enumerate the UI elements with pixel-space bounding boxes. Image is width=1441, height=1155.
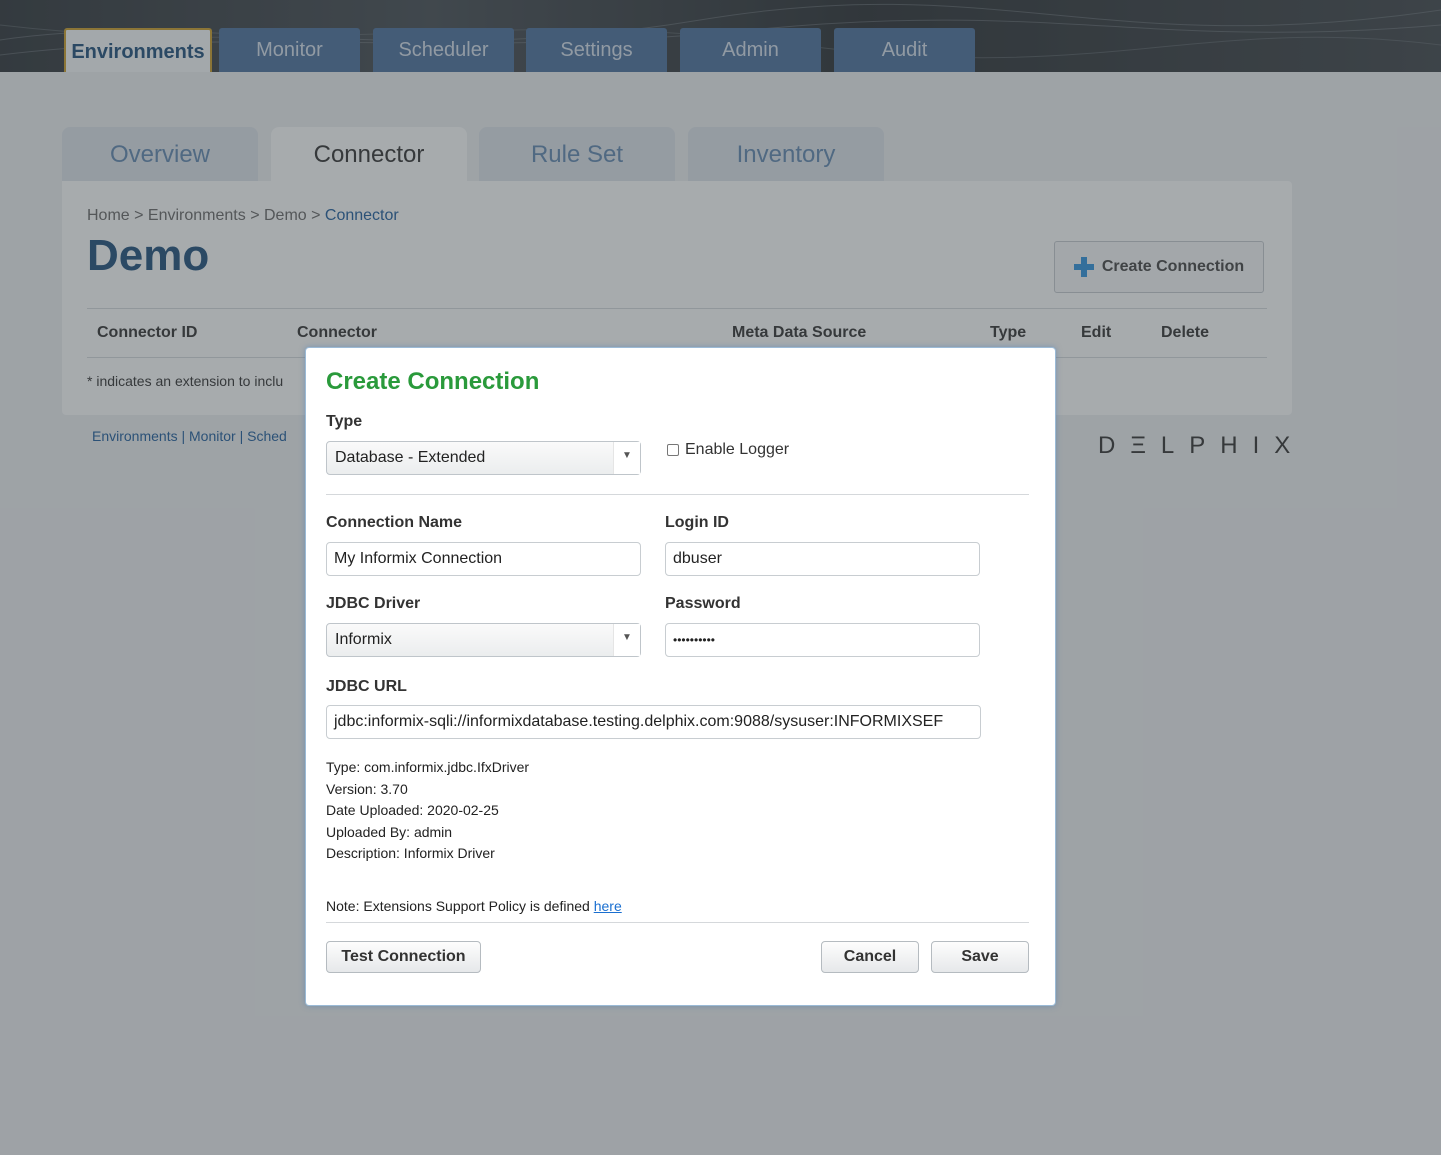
- enable-logger-checkbox[interactable]: [667, 444, 679, 456]
- jdbc-driver-select[interactable]: Informix ▼: [326, 623, 641, 657]
- dialog-footer-divider: [326, 922, 1029, 923]
- driver-version: Version: 3.70: [326, 780, 408, 797]
- driver-uploaded-by: Uploaded By: admin: [326, 823, 453, 840]
- chevron-down-icon: ▼: [613, 624, 640, 656]
- save-button[interactable]: Save: [931, 941, 1029, 973]
- connection-name-input[interactable]: My Informix Connection: [326, 542, 641, 576]
- cancel-button[interactable]: Cancel: [821, 941, 919, 973]
- password-label: Password: [665, 595, 741, 612]
- dialog-title: Create Connection: [326, 368, 540, 395]
- driver-description: Description: Informix Driver: [326, 845, 495, 861]
- driver-type: Type: com.informix.jdbc.IfxDriver: [326, 759, 530, 775]
- policy-note-text: Note: Extensions Support Policy is defin…: [326, 898, 594, 914]
- jdbc-driver-select-value: Informix: [335, 631, 392, 648]
- jdbc-url-label: JDBC URL: [326, 678, 407, 695]
- connection-name-label: Connection Name: [326, 514, 463, 531]
- dialog-divider: [326, 494, 1029, 495]
- jdbc-url-input[interactable]: jdbc:informix-sqli://informixdatabase.te…: [326, 705, 981, 739]
- login-id-input[interactable]: dbuser: [665, 542, 980, 576]
- type-select[interactable]: Database - Extended ▼: [326, 441, 641, 475]
- login-id-label: Login ID: [665, 514, 729, 531]
- password-input[interactable]: ••••••••••: [665, 623, 980, 657]
- type-label: Type: [326, 413, 363, 430]
- enable-logger-label[interactable]: Enable Logger: [685, 441, 789, 459]
- driver-date-uploaded: Date Uploaded: 2020-02-25: [326, 802, 499, 818]
- driver-info: Type: com.informix.jdbc.IfxDriver Versio…: [326, 757, 529, 865]
- test-connection-button[interactable]: Test Connection: [326, 941, 481, 973]
- policy-note: Note: Extensions Support Policy is defin…: [326, 898, 622, 914]
- chevron-down-icon: ▼: [613, 442, 640, 474]
- type-select-value: Database - Extended: [335, 449, 486, 466]
- jdbc-driver-label: JDBC Driver: [326, 595, 421, 612]
- create-connection-dialog: Create Connection Type Database - Extend…: [305, 347, 1056, 1006]
- policy-link[interactable]: here: [594, 898, 622, 914]
